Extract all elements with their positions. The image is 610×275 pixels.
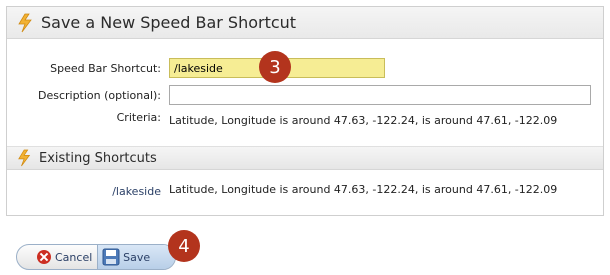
existing-shortcut-row: /lakeside Latitude, Longitude is around … [7, 183, 558, 198]
panel-header: Save a New Speed Bar Shortcut [7, 7, 603, 39]
existing-shortcuts-header: Existing Shortcuts [7, 146, 603, 170]
description-row: Description (optional): [7, 85, 591, 105]
cancel-button[interactable]: Cancel [17, 245, 99, 269]
criteria-row: Criteria: Latitude, Longitude is around … [7, 111, 558, 127]
criteria-label: Criteria: [116, 111, 161, 124]
criteria-value: Latitude, Longitude is around 47.63, -12… [169, 114, 558, 127]
cancel-icon [37, 250, 51, 264]
description-input[interactable] [169, 85, 591, 105]
existing-shortcut-name[interactable]: /lakeside [7, 185, 169, 198]
description-label: Description (optional): [37, 88, 161, 102]
panel-title: Save a New Speed Bar Shortcut [41, 13, 297, 32]
shortcut-label: Speed Bar Shortcut: [50, 61, 161, 75]
shortcut-row: Speed Bar Shortcut: [7, 58, 385, 78]
action-buttons: Cancel Save [16, 244, 176, 270]
step-badge-4: 4 [168, 230, 200, 262]
save-button[interactable]: Save [98, 245, 175, 269]
lightning-bolt-icon [18, 149, 31, 167]
save-shortcut-panel: Save a New Speed Bar Shortcut Speed Bar … [6, 6, 604, 216]
cancel-label: Cancel [55, 250, 93, 264]
save-label: Save [123, 250, 151, 264]
floppy-disk-icon [102, 248, 120, 266]
step-badge-3: 3 [259, 51, 291, 83]
existing-shortcuts-title: Existing Shortcuts [39, 150, 157, 166]
lightning-bolt-icon [18, 13, 32, 32]
existing-shortcut-criteria: Latitude, Longitude is around 47.63, -12… [169, 183, 558, 196]
